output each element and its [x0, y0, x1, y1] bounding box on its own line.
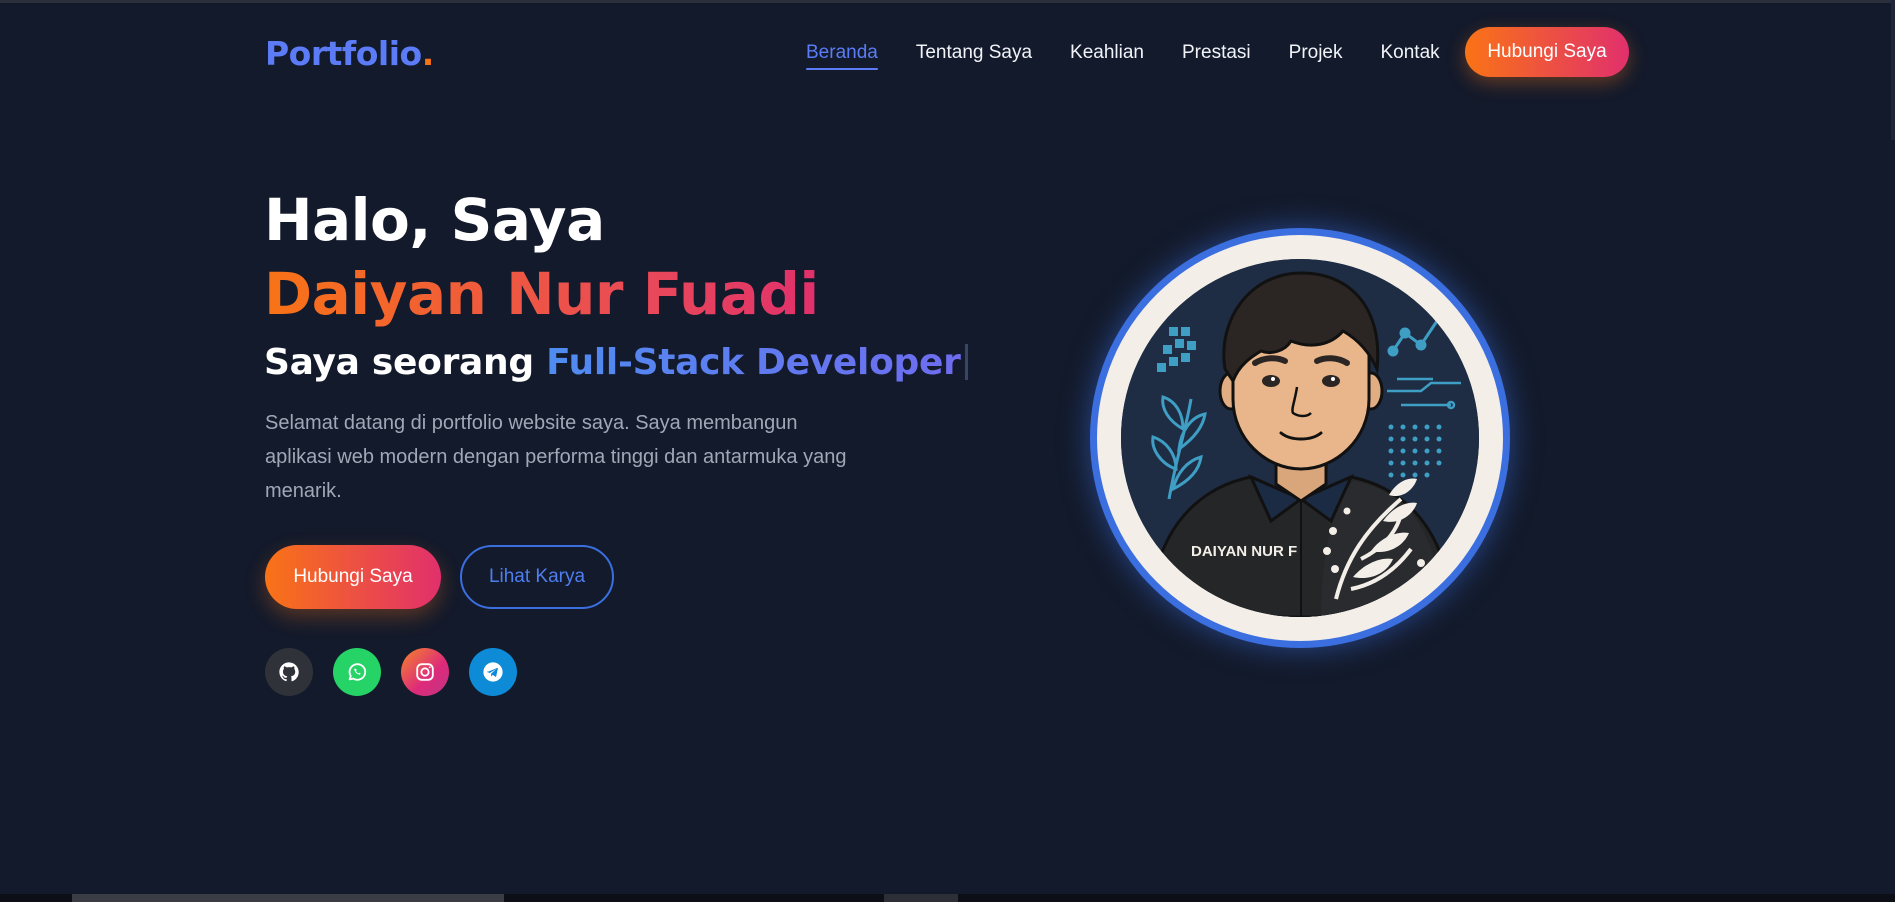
- profile-avatar: DAIYAN NUR F: [1090, 228, 1510, 648]
- taskbar-item[interactable]: [72, 894, 504, 902]
- avatar-portrait: DAIYAN NUR F: [1121, 259, 1479, 617]
- hero-greeting: Halo, Saya: [264, 186, 605, 254]
- logo-dot: .: [421, 34, 435, 73]
- github-link[interactable]: [265, 648, 313, 696]
- instagram-icon: [416, 663, 434, 681]
- nav-link-prestasi[interactable]: Prestasi: [1182, 42, 1251, 70]
- typing-cursor: [964, 344, 968, 380]
- nav-link-tentang-saya[interactable]: Tentang Saya: [916, 42, 1032, 70]
- hero-role-line: Saya seorang Full-Stack Developer: [264, 342, 968, 383]
- instagram-link[interactable]: [401, 648, 449, 696]
- nav-link-beranda[interactable]: Beranda: [806, 42, 878, 70]
- nav-link-kontak[interactable]: Kontak: [1381, 42, 1440, 70]
- social-links: [265, 648, 517, 696]
- nav-contact-button[interactable]: Hubungi Saya: [1465, 27, 1629, 77]
- nav-link-projek[interactable]: Projek: [1289, 42, 1343, 70]
- role-typed-text: Full-Stack Developer: [546, 342, 961, 383]
- portfolio-page: Portfolio. Beranda Tentang Saya Keahlian…: [0, 0, 1895, 902]
- whatsapp-icon: [348, 663, 367, 681]
- avatar-illustration: DAIYAN NUR F: [1121, 259, 1479, 617]
- logo-text: Portfolio: [265, 34, 422, 73]
- nav-links: Beranda Tentang Saya Keahlian Prestasi P…: [806, 42, 1440, 70]
- hero-description: Selamat datang di portfolio website saya…: [265, 412, 847, 502]
- nav-link-keahlian[interactable]: Keahlian: [1070, 42, 1144, 70]
- navbar: Portfolio. Beranda Tentang Saya Keahlian…: [0, 0, 1895, 106]
- hero-contact-button[interactable]: Hubungi Saya: [265, 545, 441, 609]
- whatsapp-link[interactable]: [333, 648, 381, 696]
- role-prefix: Saya seorang: [264, 342, 534, 383]
- logo[interactable]: Portfolio.: [265, 34, 434, 73]
- github-icon: [279, 662, 299, 682]
- telegram-icon: [483, 662, 503, 682]
- shirt-name-label: DAIYAN NUR F: [1191, 543, 1297, 560]
- hero-name: Daiyan Nur Fuadi: [264, 260, 819, 328]
- telegram-link[interactable]: [469, 648, 517, 696]
- view-work-button[interactable]: Lihat Karya: [460, 545, 614, 609]
- taskbar-item[interactable]: [884, 894, 958, 902]
